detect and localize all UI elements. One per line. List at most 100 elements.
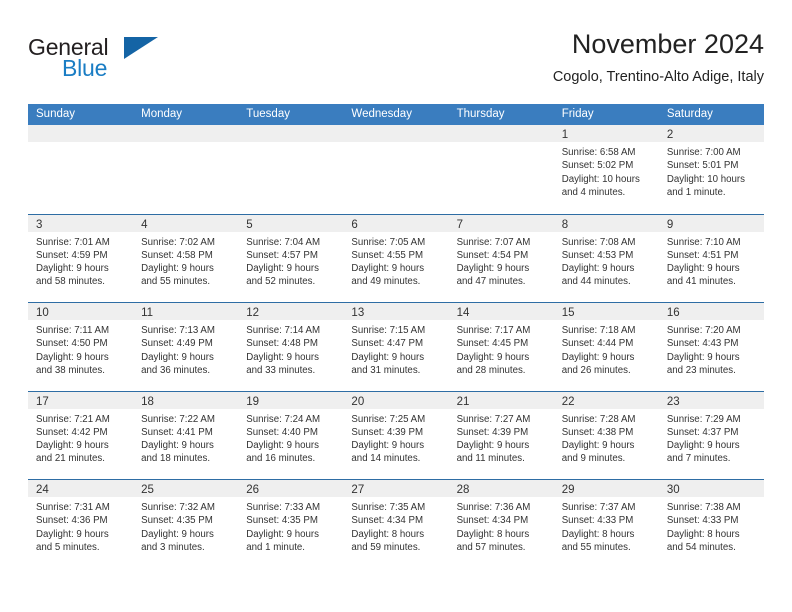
day-number: 11 <box>141 307 154 319</box>
day-number: 14 <box>456 307 470 319</box>
day-cell[interactable]: 18 Sunrise: 7:22 AM Sunset: 4:41 PM Dayligh… <box>133 391 239 479</box>
day-number-header: 9 <box>658 214 764 232</box>
sunrise-text: Sunrise: 7:21 AM <box>36 413 110 425</box>
day-cell[interactable]: 4 Sunrise: 7:02 AM Sunset: 4:58 PM Daylight… <box>133 214 239 302</box>
day-number-header <box>343 125 449 142</box>
day-number-header: 19 <box>238 391 344 409</box>
day-number-header: 10 <box>28 303 134 320</box>
daylight-text-line1: Daylight: 9 hours <box>36 351 109 363</box>
calendar-grid: Sunday Monday Tuesday Wednesday Thursday Frid… <box>28 104 764 568</box>
sunrise-text: Sunrise: 7:15 AM <box>351 325 426 336</box>
day-number: 7 <box>456 218 463 231</box>
day-number-header: 2 <box>658 125 764 142</box>
day-cell[interactable]: 20 Sunrise: 7:25 AM Sunset: 4:39 PM Dayligh… <box>343 391 449 479</box>
day-cell[interactable]: 26 Sunrise: 7:33 AM Sunset: 4:35 PM Dayligh… <box>238 480 344 568</box>
day-cell[interactable]: 22 Sunrise: 7:28 AM Sunset: 4:38 PM Dayligh… <box>553 391 659 479</box>
sunset-text: Sunset: 4:51 PM <box>666 249 739 261</box>
day-cell[interactable]: 5 Sunrise: 7:04 AM Sunset: 4:57 PM Daylight… <box>238 214 344 302</box>
sunset-text: Sunset: 4:53 PM <box>561 249 634 261</box>
day-cell[interactable]: 17 Sunrise: 7:21 AM Sunset: 4:42 PM Dayligh… <box>28 391 134 479</box>
day-cell[interactable]: 2 Sunrise: 7:00 AM Sunset: 5:01 PM Daylight… <box>658 125 764 214</box>
day-cell[interactable]: 13 Sunrise: 7:15 AM Sunset: 4:47 PM Dayligh… <box>343 303 449 391</box>
sunrise-text: Sunrise: 6:58 AM <box>561 147 636 158</box>
day-cell[interactable]: 23 Sunrise: 7:29 AM Sunset: 4:37 PM Dayligh… <box>658 391 764 479</box>
day-number: 8 <box>561 218 569 231</box>
day-number-header: 28 <box>448 480 554 497</box>
day-details: Sunrise: 7:10 AM Sunset: 4:51 PM Daylight:… <box>659 232 764 289</box>
daylight-text-line1: Daylight: 8 hours <box>666 528 740 540</box>
daylight-text-line2: and 21 minutes. <box>36 453 105 465</box>
daylight-text-line2: and 47 minutes. <box>456 276 526 288</box>
calendar-week-row: 17 Sunrise: 7:21 AM Sunset: 4:42 PM Dayligh… <box>28 390 764 479</box>
day-number-header: 12 <box>238 303 344 320</box>
day-details: Sunrise: 7:37 AM Sunset: 4:33 PM Daylight:… <box>554 497 659 554</box>
day-details: Sunrise: 7:02 AM Sunset: 4:58 PM Daylight:… <box>133 232 238 289</box>
calendar-week-row: 24 Sunrise: 7:31 AM Sunset: 4:36 PM Dayligh… <box>28 479 764 568</box>
day-cell[interactable]: 9 Sunrise: 7:10 AM Sunset: 4:51 PM Daylight… <box>658 214 764 302</box>
day-cell[interactable]: 7 Sunrise: 7:07 AM Sunset: 4:54 PM Daylight… <box>448 214 554 302</box>
daylight-text-line1: Daylight: 10 hours <box>561 173 640 185</box>
day-details: Sunrise: 7:04 AM Sunset: 4:57 PM Daylight:… <box>238 232 343 289</box>
day-cell[interactable]: 3 Sunrise: 7:01 AM Sunset: 4:59 PM Daylight… <box>28 214 134 302</box>
daylight-text-line1: Daylight: 9 hours <box>36 440 109 452</box>
page-header: General Blue November 2024 Cogolo, Trent… <box>28 28 764 96</box>
daylight-text-line2: and 26 minutes. <box>561 364 631 376</box>
day-cell[interactable]: 25 Sunrise: 7:32 AM Sunset: 4:35 PM Dayligh… <box>133 480 239 568</box>
day-cell[interactable]: 29 Sunrise: 7:37 AM Sunset: 4:33 PM Dayligh… <box>553 480 659 568</box>
daylight-text-line1: Daylight: 9 hours <box>36 528 109 540</box>
day-cell[interactable]: 16 Sunrise: 7:20 AM Sunset: 4:43 PM Dayligh… <box>658 303 764 391</box>
general-blue-logo[interactable]: General Blue <box>28 34 208 92</box>
day-number: 20 <box>351 395 365 408</box>
daylight-text-line1: Daylight: 9 hours <box>561 263 635 275</box>
day-details: Sunrise: 7:28 AM Sunset: 4:38 PM Daylight:… <box>554 409 659 466</box>
day-cell[interactable]: 27 Sunrise: 7:35 AM Sunset: 4:34 PM Dayligh… <box>343 480 449 568</box>
day-cell[interactable]: 8 Sunrise: 7:08 AM Sunset: 4:53 PM Daylight… <box>553 214 659 302</box>
day-number: 26 <box>246 484 260 496</box>
day-number-header: 16 <box>658 303 764 320</box>
daylight-text-line1: Daylight: 9 hours <box>246 351 319 363</box>
day-cell[interactable]: 24 Sunrise: 7:31 AM Sunset: 4:36 PM Dayligh… <box>28 480 134 568</box>
day-number-header: 26 <box>238 480 344 497</box>
day-number-header: 18 <box>133 391 239 409</box>
day-cell[interactable]: 1 Sunrise: 6:58 AM Sunset: 5:02 PM Daylight… <box>553 125 659 214</box>
day-cell[interactable]: 14 Sunrise: 7:17 AM Sunset: 4:45 PM Dayligh… <box>448 303 554 391</box>
day-details: Sunrise: 7:36 AM Sunset: 4:34 PM Daylight:… <box>449 497 554 554</box>
sunset-text: Sunset: 4:34 PM <box>456 515 529 527</box>
day-details: Sunrise: 7:24 AM Sunset: 4:40 PM Daylight:… <box>238 409 343 466</box>
day-cell[interactable]: 15 Sunrise: 7:18 AM Sunset: 4:44 PM Dayligh… <box>553 303 659 391</box>
day-cell[interactable]: 19 Sunrise: 7:24 AM Sunset: 4:40 PM Dayligh… <box>238 391 344 479</box>
day-cell[interactable]: 21 Sunrise: 7:27 AM Sunset: 4:39 PM Dayligh… <box>448 391 554 479</box>
daylight-text-line2: and 5 minutes. <box>36 541 100 553</box>
logo-word-blue: Blue <box>62 55 108 81</box>
day-number: 3 <box>36 218 43 231</box>
day-cell[interactable]: 28 Sunrise: 7:36 AM Sunset: 4:34 PM Dayligh… <box>448 480 554 568</box>
day-cell[interactable]: 30 Sunrise: 7:38 AM Sunset: 4:33 PM Dayligh… <box>658 480 764 568</box>
day-number-header: 15 <box>553 303 659 320</box>
day-cell[interactable]: 12 Sunrise: 7:14 AM Sunset: 4:48 PM Dayligh… <box>238 303 344 391</box>
day-number: 6 <box>351 218 358 231</box>
sunset-text: Sunset: 4:42 PM <box>36 426 108 438</box>
sunset-text: Sunset: 4:35 PM <box>246 515 318 527</box>
sunset-text: Sunset: 4:43 PM <box>666 338 739 350</box>
day-number-header: 14 <box>448 303 554 320</box>
day-cell-empty <box>343 125 449 214</box>
day-cell[interactable]: 11 Sunrise: 7:13 AM Sunset: 4:49 PM Dayligh… <box>133 303 239 391</box>
page-subtitle: Cogolo, Trentino-Alto Adige, Italy <box>552 69 764 85</box>
weekday-header-sunday: Sunday <box>36 108 76 120</box>
sunrise-text: Sunrise: 7:01 AM <box>36 236 110 248</box>
sunset-text: Sunset: 4:44 PM <box>561 338 634 350</box>
calendar-week-row: 10 Sunrise: 7:11 AM Sunset: 4:50 PM Dayligh… <box>28 302 764 391</box>
day-cell[interactable]: 10 Sunrise: 7:11 AM Sunset: 4:50 PM Dayligh… <box>28 303 134 391</box>
day-details: Sunrise: 7:20 AM Sunset: 4:43 PM Daylight:… <box>659 320 764 377</box>
day-details: Sunrise: 7:00 AM Sunset: 5:01 PM Daylight:… <box>659 142 764 199</box>
daylight-text-line2: and 14 minutes. <box>351 453 421 465</box>
sunset-text: Sunset: 4:55 PM <box>351 249 424 261</box>
daylight-text-line2: and 3 minutes. <box>141 541 205 553</box>
sunrise-text: Sunrise: 7:25 AM <box>351 413 426 425</box>
sunset-text: Sunset: 4:33 PM <box>666 515 739 527</box>
daylight-text-line2: and 55 minutes. <box>561 541 631 553</box>
day-number-header: 20 <box>343 391 449 409</box>
day-cell[interactable]: 6 Sunrise: 7:05 AM Sunset: 4:55 PM Daylight… <box>343 214 449 302</box>
sunrise-text: Sunrise: 7:04 AM <box>246 236 321 248</box>
day-number-header: 17 <box>28 391 134 409</box>
